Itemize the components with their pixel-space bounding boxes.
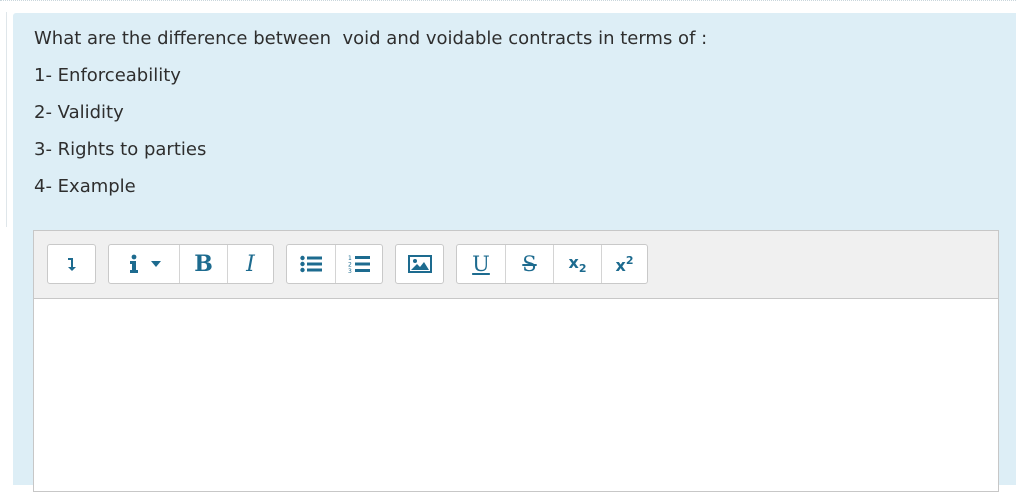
toolbar-group-decorations: U S x2 x2	[456, 244, 648, 284]
superscript-icon: x2	[616, 254, 634, 275]
subscript-icon: x2	[569, 253, 587, 275]
toolbar-group-format	[47, 244, 96, 284]
question-panel: What are the difference between void and…	[13, 13, 1016, 492]
insert-image-button[interactable]	[396, 245, 443, 283]
toolbar-group-media	[395, 244, 444, 284]
strikethrough-button[interactable]: S	[505, 245, 553, 283]
answer-editor: B I 1 2 3 U S x2 x2	[33, 230, 999, 492]
subscript-button[interactable]: x2	[553, 245, 601, 283]
info-dropdown-button[interactable]	[109, 245, 179, 283]
left-edge-strip	[0, 12, 7, 227]
question-item-example: 4- Example	[34, 176, 136, 197]
strikethrough-icon: S	[522, 252, 537, 276]
superscript-button[interactable]: x2	[601, 245, 647, 283]
italic-button[interactable]: I	[227, 245, 273, 283]
numbered-list-button[interactable]: 1 2 3	[335, 245, 382, 283]
toolbar-group-lists: 1 2 3	[286, 244, 383, 284]
question-item-validity: 2- Validity	[34, 102, 124, 123]
bold-icon: B	[194, 251, 213, 277]
format-button[interactable]	[48, 245, 95, 283]
svg-text:3: 3	[348, 268, 352, 274]
numbered-list-icon: 1 2 3	[348, 254, 370, 274]
top-dotted-border	[0, 0, 1016, 1]
question-item-rights: 3- Rights to parties	[34, 139, 207, 160]
italic-icon: I	[246, 251, 255, 277]
superscript-small: 2	[625, 253, 634, 267]
bullet-list-button[interactable]	[287, 245, 335, 283]
bold-button[interactable]: B	[179, 245, 227, 283]
info-icon	[127, 254, 141, 274]
subscript-base: x	[568, 253, 579, 272]
chevron-down-icon	[150, 260, 162, 268]
question-title: What are the difference between void and…	[34, 28, 708, 49]
arrow-down-icon	[65, 256, 79, 272]
bullet-list-icon	[300, 255, 322, 273]
underline-icon: U	[472, 252, 490, 276]
underline-button[interactable]: U	[457, 245, 505, 283]
subscript-small: 2	[578, 262, 587, 275]
question-item-enforceability: 1- Enforceability	[34, 65, 181, 86]
image-icon	[407, 255, 432, 273]
superscript-base: x	[615, 255, 626, 275]
editor-toolbar: B I 1 2 3 U S x2 x2	[34, 231, 998, 299]
toolbar-group-text-style: B I	[108, 244, 274, 284]
answer-text-area[interactable]	[34, 299, 998, 491]
